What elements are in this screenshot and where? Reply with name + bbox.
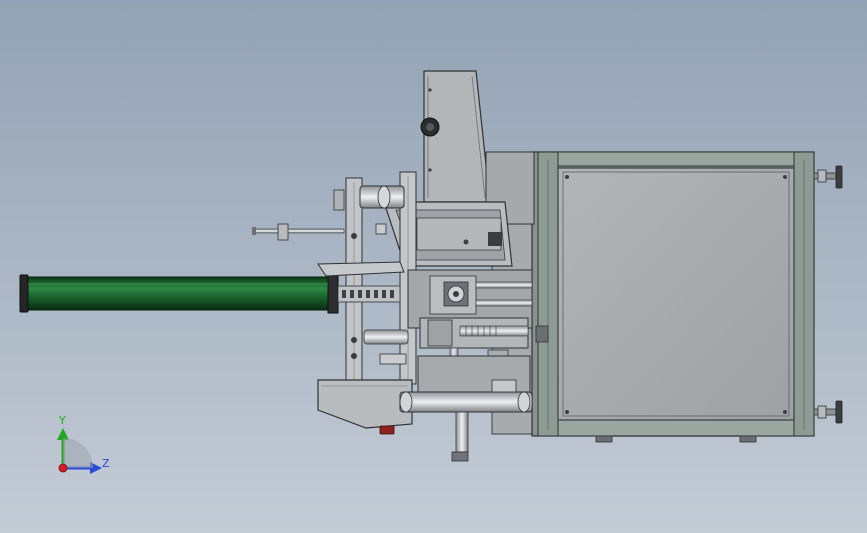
- axis-triad: [57, 428, 102, 474]
- cabinet[interactable]: [491, 151, 815, 443]
- triad-y-label: Y: [59, 414, 66, 427]
- cad-viewport[interactable]: Y Z: [0, 0, 867, 533]
- knob-icon[interactable]: [420, 117, 440, 137]
- leveling-foot-top: [813, 165, 843, 189]
- upper-roller: [359, 185, 405, 209]
- pneumatic-cylinder[interactable]: [19, 273, 339, 314]
- leveling-foot-bottom: [813, 400, 843, 424]
- top-tower[interactable]: [420, 70, 491, 203]
- triad-z-label: Z: [102, 457, 110, 470]
- probe-rod: [252, 223, 387, 241]
- machine-drawing: [19, 70, 843, 474]
